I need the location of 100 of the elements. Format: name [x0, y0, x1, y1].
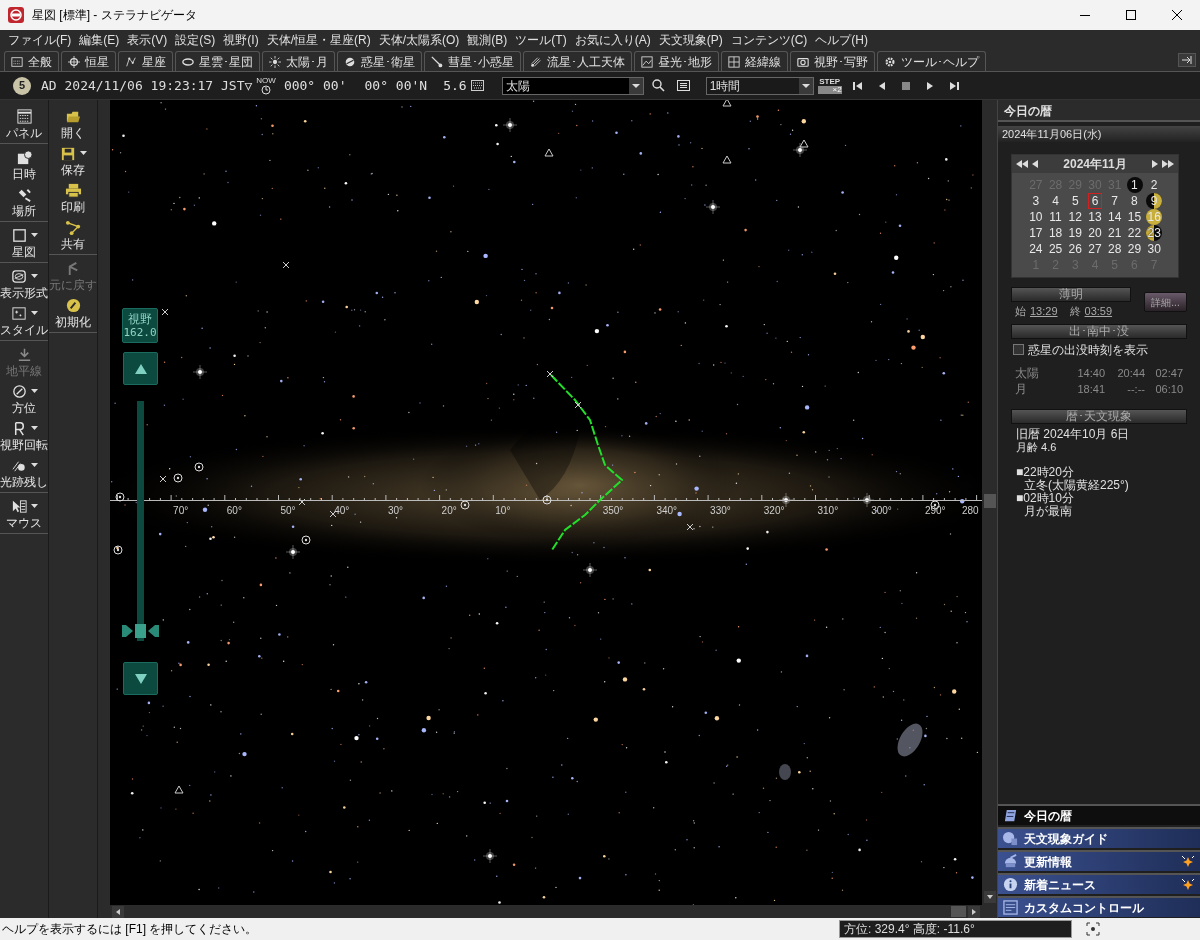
- keyboard-icon[interactable]: [470, 80, 484, 91]
- toolbar-button[interactable]: 日時: [12, 146, 36, 182]
- sky-map[interactable]: 70° 60° 50° 40° 30° 20° 10° 350° 340° 330° 320° 310° 300° 290° 280 視野 162.0: [110, 100, 982, 905]
- zoom-out-button[interactable]: [123, 662, 158, 695]
- date-time-field[interactable]: AD 2024/11/06 19:23:17 JST▽: [41, 75, 253, 96]
- calendar-day[interactable]: 10: [1025, 209, 1047, 225]
- calendar-day[interactable]: 8: [1127, 193, 1142, 209]
- menu-item[interactable]: 編集(E): [75, 31, 124, 49]
- calendar-day[interactable]: 26: [1064, 241, 1086, 257]
- toolbar-tab[interactable]: 太陽･月: [262, 51, 335, 71]
- menu-item[interactable]: 天体/恒星・星座(R): [262, 31, 375, 49]
- calendar-day[interactable]: 12: [1064, 209, 1086, 225]
- calendar-day[interactable]: 30: [1143, 241, 1165, 257]
- scrollbar-thumb[interactable]: [983, 493, 996, 508]
- toolbar-button[interactable]: パネル: [6, 105, 42, 141]
- calendar-day[interactable]: 3: [1028, 193, 1044, 209]
- toolbar-button[interactable]: 開く: [61, 105, 85, 141]
- menu-item[interactable]: ファイル(F): [4, 31, 76, 49]
- panel-nav-item[interactable]: 天文現象ガイド: [998, 827, 1200, 848]
- menu-item[interactable]: 設定(S): [171, 31, 220, 49]
- calendar-day[interactable]: 28: [1104, 241, 1126, 257]
- horizontal-scrollbar[interactable]: [110, 905, 997, 918]
- checkbox[interactable]: [1013, 344, 1024, 355]
- panel-nav-item[interactable]: カスタムコントロール: [998, 896, 1200, 917]
- altitude-field[interactable]: 00° 00'N: [364, 75, 428, 96]
- menu-item[interactable]: 表示(V): [123, 31, 172, 49]
- slider-track[interactable]: [137, 401, 144, 641]
- zoom-slider-thumb[interactable]: [122, 624, 159, 639]
- calendar-day[interactable]: 7: [1107, 193, 1123, 209]
- calendar-day[interactable]: 17: [1025, 225, 1047, 241]
- toolbar-button[interactable]: 共有: [61, 216, 85, 252]
- calendar-day[interactable]: 5: [1067, 193, 1083, 209]
- toolbar-tab[interactable]: 視野･写野: [790, 51, 875, 71]
- calendar-day[interactable]: 19: [1064, 225, 1086, 241]
- toolbar-tab[interactable]: 経緯線: [721, 51, 788, 71]
- calendar-day[interactable]: 20: [1084, 225, 1106, 241]
- toolbar-button[interactable]: 視野回転: [0, 417, 48, 453]
- calendar-day[interactable]: 18: [1044, 225, 1067, 241]
- toolbar-tab[interactable]: ツール･ヘルプ: [877, 51, 986, 71]
- menu-item[interactable]: コンテンツ(C): [726, 31, 812, 49]
- step-interval-dropdown[interactable]: 1時間: [705, 76, 814, 95]
- toolbar-button[interactable]: 方位: [10, 380, 38, 416]
- toolbar-button[interactable]: 表示形式: [0, 265, 48, 301]
- panel-nav-item[interactable]: 今日の暦: [998, 804, 1200, 825]
- calendar-day[interactable]: 13: [1084, 209, 1106, 225]
- list-icon[interactable]: [676, 80, 690, 91]
- calendar-day[interactable]: 1: [1127, 177, 1142, 193]
- menu-item[interactable]: 観測(B): [463, 31, 512, 49]
- stop-icon[interactable]: [899, 79, 912, 92]
- menu-item[interactable]: お気に入り(A): [570, 31, 655, 49]
- toolbar-button[interactable]: 光跡残し: [0, 454, 48, 490]
- menu-item[interactable]: ツール(T): [511, 31, 571, 49]
- focus-icon[interactable]: [1086, 922, 1100, 936]
- menu-item[interactable]: 天文現象(P): [654, 31, 727, 49]
- calendar-day[interactable]: 14: [1104, 209, 1126, 225]
- calendar-day[interactable]: 29: [1123, 241, 1146, 257]
- toolbar-button[interactable]: 保存: [59, 142, 87, 178]
- pin-button[interactable]: [1178, 53, 1196, 67]
- toolbar-tab[interactable]: 彗星･小惑星: [424, 51, 521, 71]
- previous-year-icon[interactable]: [1016, 160, 1028, 168]
- skip-forward-icon[interactable]: [947, 79, 960, 92]
- toolbar-button[interactable]: スタイル: [0, 302, 48, 338]
- toolbar-tab[interactable]: 恒星: [61, 51, 116, 71]
- calendar-day[interactable]: 15: [1123, 209, 1146, 225]
- toolbar-tab[interactable]: 星雲･星団: [175, 51, 260, 71]
- details-button[interactable]: 詳細...: [1144, 292, 1187, 312]
- target-dropdown[interactable]: 太陽: [501, 76, 644, 95]
- menu-item[interactable]: 視野(I): [219, 31, 263, 49]
- panel-nav-item[interactable]: 更新情報: [998, 850, 1200, 871]
- menu-item[interactable]: 天体/太陽系(O): [374, 31, 464, 49]
- toolbar-button[interactable]: 印刷: [61, 179, 85, 215]
- calendar-day[interactable]: 24: [1025, 241, 1047, 257]
- toolbar-tab[interactable]: 流星･人工天体: [523, 51, 632, 71]
- calendar-day[interactable]: 21: [1104, 225, 1126, 241]
- panel-nav-item[interactable]: 新着ニュース: [998, 873, 1200, 894]
- toolbar-tab[interactable]: 星座: [118, 51, 173, 71]
- toolbar-button[interactable]: マウス: [6, 495, 42, 531]
- next-month-icon[interactable]: [1152, 160, 1158, 168]
- toolbar-tab[interactable]: 昼光･地形: [634, 51, 719, 71]
- next-year-icon[interactable]: [1162, 160, 1174, 168]
- skip-back-icon[interactable]: [851, 79, 864, 92]
- search-icon[interactable]: [651, 79, 665, 92]
- menu-item[interactable]: ヘルプ(H): [811, 31, 872, 49]
- toolbar-button[interactable]: 場所: [12, 183, 36, 219]
- calendar-day[interactable]: 2: [1146, 177, 1162, 193]
- calendar-day[interactable]: 4: [1048, 193, 1063, 209]
- vertical-scrollbar[interactable]: [982, 100, 997, 905]
- calendar-day[interactable]: 11: [1045, 209, 1066, 225]
- zoom-in-button[interactable]: [123, 352, 158, 385]
- toolbar-tab[interactable]: 惑星･衛星: [337, 51, 422, 71]
- scrollbar-thumb[interactable]: [951, 906, 966, 917]
- calendar-day[interactable]: 22: [1123, 225, 1146, 241]
- previous-month-icon[interactable]: [1032, 160, 1038, 168]
- toolbar-button[interactable]: 初期化: [55, 294, 91, 330]
- toolbar-tab[interactable]: 全般: [4, 51, 59, 71]
- magnitude-field[interactable]: 5.6: [443, 75, 467, 96]
- calendar-day[interactable]: 27: [1084, 241, 1106, 257]
- calendar-day[interactable]: 6: [1087, 193, 1103, 209]
- azimuth-field[interactable]: 000° 00': [283, 75, 347, 96]
- calendar-day[interactable]: 25: [1044, 241, 1067, 257]
